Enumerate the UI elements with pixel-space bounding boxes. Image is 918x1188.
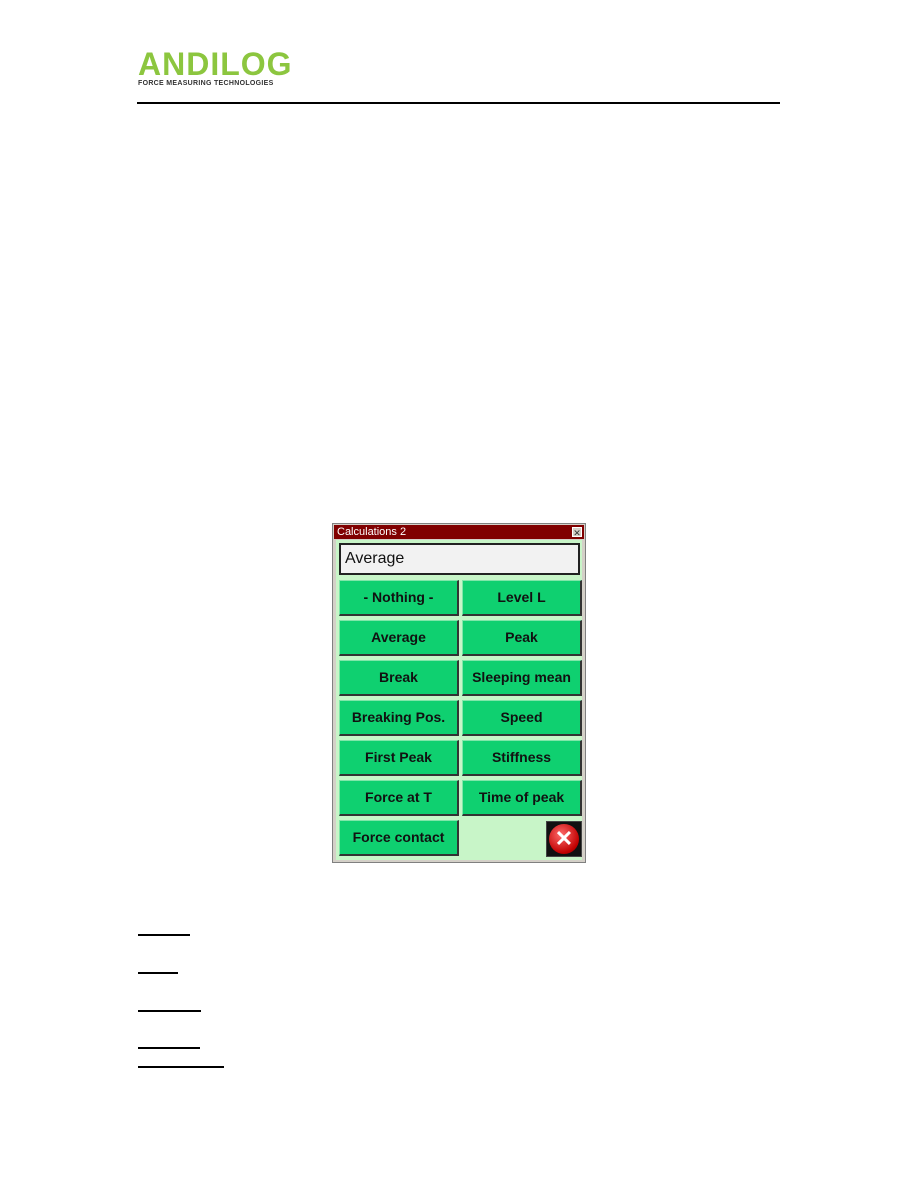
dialog-client-area: Average - Nothing - Level L Average Peak… <box>336 540 582 860</box>
btn-speed[interactable]: Speed <box>462 700 582 736</box>
btn-level-l[interactable]: Level L <box>462 580 582 616</box>
btn-break[interactable]: Break <box>339 660 459 696</box>
underline-4 <box>138 1047 200 1049</box>
logo-tagline: FORCE MEASURING TECHNOLOGIES <box>138 80 274 87</box>
btn-force-at-t[interactable]: Force at T <box>339 780 459 816</box>
btn-sleeping-mean[interactable]: Sleeping mean <box>462 660 582 696</box>
logo-wordmark: ANDILOG <box>138 46 293 82</box>
btn-nothing[interactable]: - Nothing - <box>339 580 459 616</box>
underline-1 <box>138 934 190 936</box>
close-icon[interactable]: ✕ <box>572 527 582 538</box>
dialog-titlebar: Calculations 2 ✕ <box>334 525 584 539</box>
btn-average[interactable]: Average <box>339 620 459 656</box>
selected-calculation-display: Average <box>339 543 580 575</box>
andilog-logo: ANDILOG FORCE MEASURING TECHNOLOGIES <box>138 48 298 90</box>
red-x-icon: ✕ <box>549 824 579 854</box>
btn-time-of-peak[interactable]: Time of peak <box>462 780 582 816</box>
btn-breaking-pos[interactable]: Breaking Pos. <box>339 700 459 736</box>
header-divider <box>137 102 780 104</box>
underline-3 <box>138 1010 201 1012</box>
dialog-title: Calculations 2 <box>337 526 407 538</box>
btn-first-peak[interactable]: First Peak <box>339 740 459 776</box>
exit-button[interactable]: ✕ <box>546 821 582 857</box>
btn-stiffness[interactable]: Stiffness <box>462 740 582 776</box>
underline-2 <box>138 972 178 974</box>
underline-5 <box>138 1066 224 1068</box>
btn-force-contact[interactable]: Force contact <box>339 820 459 856</box>
calculations-dialog: Calculations 2 ✕ Average - Nothing - Lev… <box>332 523 586 863</box>
btn-peak[interactable]: Peak <box>462 620 582 656</box>
